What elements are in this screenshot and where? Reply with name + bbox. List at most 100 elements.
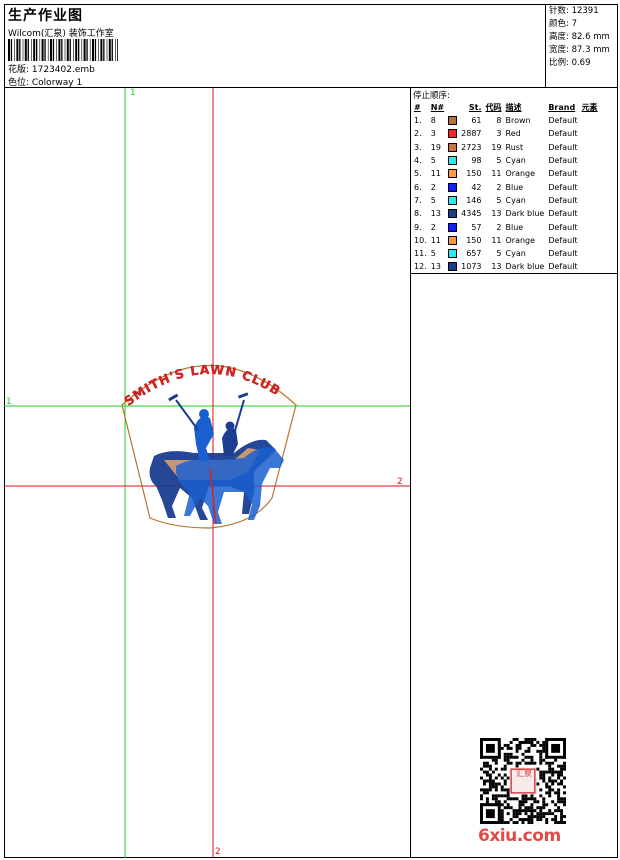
stop-swatch bbox=[446, 154, 459, 167]
stop-description: Dark blue bbox=[505, 262, 545, 272]
stop-swatch bbox=[446, 141, 459, 154]
stop-element bbox=[580, 141, 600, 154]
stop-needle: 11 bbox=[430, 235, 441, 245]
stop-code: 11 bbox=[491, 235, 502, 245]
seal-stamp: 汇泉 bbox=[516, 769, 532, 778]
stop-element bbox=[580, 114, 600, 127]
stop-stitches: 657 bbox=[466, 249, 482, 259]
studio-name: Wilcom(汇泉) 装饰工作室 bbox=[8, 29, 114, 39]
col-code: 代码 bbox=[485, 103, 502, 112]
guide-red-v-label: 2 bbox=[215, 847, 221, 857]
barcode bbox=[8, 39, 118, 61]
stop-sequence-panel: 停止顺序: # N# St. 代码 描述 Brand 元素 1. 8 61 8 Brow… bbox=[411, 88, 618, 274]
stop-index: 8. bbox=[414, 209, 422, 219]
stop-needle: 2 bbox=[430, 182, 436, 192]
col-stitches: St. bbox=[468, 103, 482, 112]
qr-code bbox=[480, 738, 566, 824]
stop-element bbox=[580, 194, 600, 207]
stop-swatch bbox=[446, 260, 459, 273]
stats-panel: 针数: 12391 颜色: 7 高度: 82.6 mm 宽度: 87.3 mm … bbox=[545, 4, 618, 88]
stop-code: 19 bbox=[491, 142, 502, 152]
stop-sequence-table: # N# St. 代码 描述 Brand 元素 1. 8 61 8 Brown Defau… bbox=[412, 101, 600, 274]
stop-brand: Default bbox=[548, 156, 578, 166]
col-needle: N# bbox=[430, 103, 445, 112]
stop-brand: Default bbox=[548, 195, 578, 205]
stop-code: 13 bbox=[491, 262, 502, 272]
polo-horses-illustration bbox=[149, 392, 284, 525]
stat-colors: 颜色: 7 bbox=[549, 19, 577, 29]
stop-needle: 5 bbox=[430, 156, 436, 166]
stop-index: 1. bbox=[414, 116, 422, 126]
stop-index: 11. bbox=[414, 249, 427, 259]
guide-red-h-label: 2 bbox=[397, 477, 403, 487]
stop-sequence-title: 停止顺序: bbox=[413, 91, 450, 101]
color-swatch bbox=[448, 142, 458, 152]
stop-description: Red bbox=[505, 129, 521, 139]
stop-stitches: 42 bbox=[471, 182, 482, 192]
stop-index: 4. bbox=[414, 156, 422, 166]
stat-scale: 比例: 0.69 bbox=[549, 58, 591, 68]
site-watermark: 6xiu.com bbox=[478, 826, 561, 846]
stop-index: 9. bbox=[414, 222, 422, 232]
col-brand: Brand bbox=[548, 103, 576, 112]
color-swatch bbox=[448, 249, 458, 259]
stop-code: 2 bbox=[496, 182, 502, 192]
badge-arc-text: SMITH'S LAWN CLUB bbox=[121, 362, 284, 409]
stop-index: 3. bbox=[414, 142, 422, 152]
stop-needle: 2 bbox=[430, 222, 436, 232]
stop-index: 5. bbox=[414, 169, 422, 179]
stop-element bbox=[580, 260, 600, 273]
stop-index: 6. bbox=[414, 182, 422, 192]
stop-brand: Default bbox=[548, 249, 578, 259]
stop-description: Rust bbox=[505, 142, 524, 152]
colorway: 色位: Colorway 1 bbox=[8, 78, 83, 88]
table-row: 4. 5 98 5 Cyan Default bbox=[412, 154, 600, 167]
design-file: 花版: 1723402.emb bbox=[8, 65, 95, 75]
stop-brand: Default bbox=[548, 182, 578, 192]
table-row: 3. 19 2723 19 Rust Default bbox=[412, 141, 600, 154]
color-swatch bbox=[448, 195, 458, 205]
page-title: 生产作业图 bbox=[8, 8, 83, 24]
stop-element bbox=[580, 127, 600, 140]
color-swatch bbox=[448, 262, 458, 272]
stop-stitches: 61 bbox=[471, 116, 482, 126]
stop-swatch bbox=[446, 127, 459, 140]
stop-brand: Default bbox=[548, 116, 578, 126]
stop-needle: 19 bbox=[430, 142, 441, 152]
table-row: 5. 11 150 11 Orange Default bbox=[412, 167, 600, 180]
table-row: 10. 11 150 11 Orange Default bbox=[412, 234, 600, 247]
stop-description: Cyan bbox=[505, 156, 526, 166]
stop-swatch bbox=[446, 220, 459, 233]
table-row: 11. 5 657 5 Cyan Default bbox=[412, 247, 600, 260]
table-row: 1. 8 61 8 Brown Default bbox=[412, 114, 600, 127]
stop-brand: Default bbox=[548, 169, 578, 179]
stat-width: 宽度: 87.3 mm bbox=[549, 45, 610, 55]
guide-green-v-label: 1 bbox=[130, 88, 136, 98]
color-swatch bbox=[448, 235, 458, 245]
stop-index: 7. bbox=[414, 195, 422, 205]
stat-height: 高度: 82.6 mm bbox=[549, 32, 610, 42]
col-description: 描述 bbox=[505, 103, 522, 112]
color-swatch bbox=[448, 169, 458, 179]
stop-element bbox=[580, 234, 600, 247]
stop-brand: Default bbox=[548, 222, 578, 232]
stop-swatch bbox=[446, 180, 459, 193]
stop-description: Orange bbox=[505, 235, 536, 245]
stop-brand: Default bbox=[548, 129, 578, 139]
guide-green-h-label: 1 bbox=[6, 397, 12, 407]
stop-swatch bbox=[446, 247, 459, 260]
header: 生产作业图 Wilcom(汇泉) 装饰工作室 花版: 1723402.emb 色… bbox=[4, 4, 618, 88]
stop-brand: Default bbox=[548, 142, 578, 152]
color-swatch bbox=[448, 222, 458, 232]
stop-brand: Default bbox=[548, 235, 578, 245]
table-row: 6. 2 42 2 Blue Default bbox=[412, 180, 600, 193]
stop-stitches: 1073 bbox=[461, 262, 482, 272]
stop-code: 5 bbox=[496, 156, 502, 166]
stop-stitches: 150 bbox=[466, 235, 482, 245]
table-row: 2. 3 2887 3 Red Default bbox=[412, 127, 600, 140]
stop-brand: Default bbox=[548, 262, 578, 272]
stop-stitches: 146 bbox=[466, 195, 482, 205]
stop-stitches: 57 bbox=[471, 222, 482, 232]
stop-description: Cyan bbox=[505, 249, 526, 259]
stop-needle: 8 bbox=[430, 116, 436, 126]
